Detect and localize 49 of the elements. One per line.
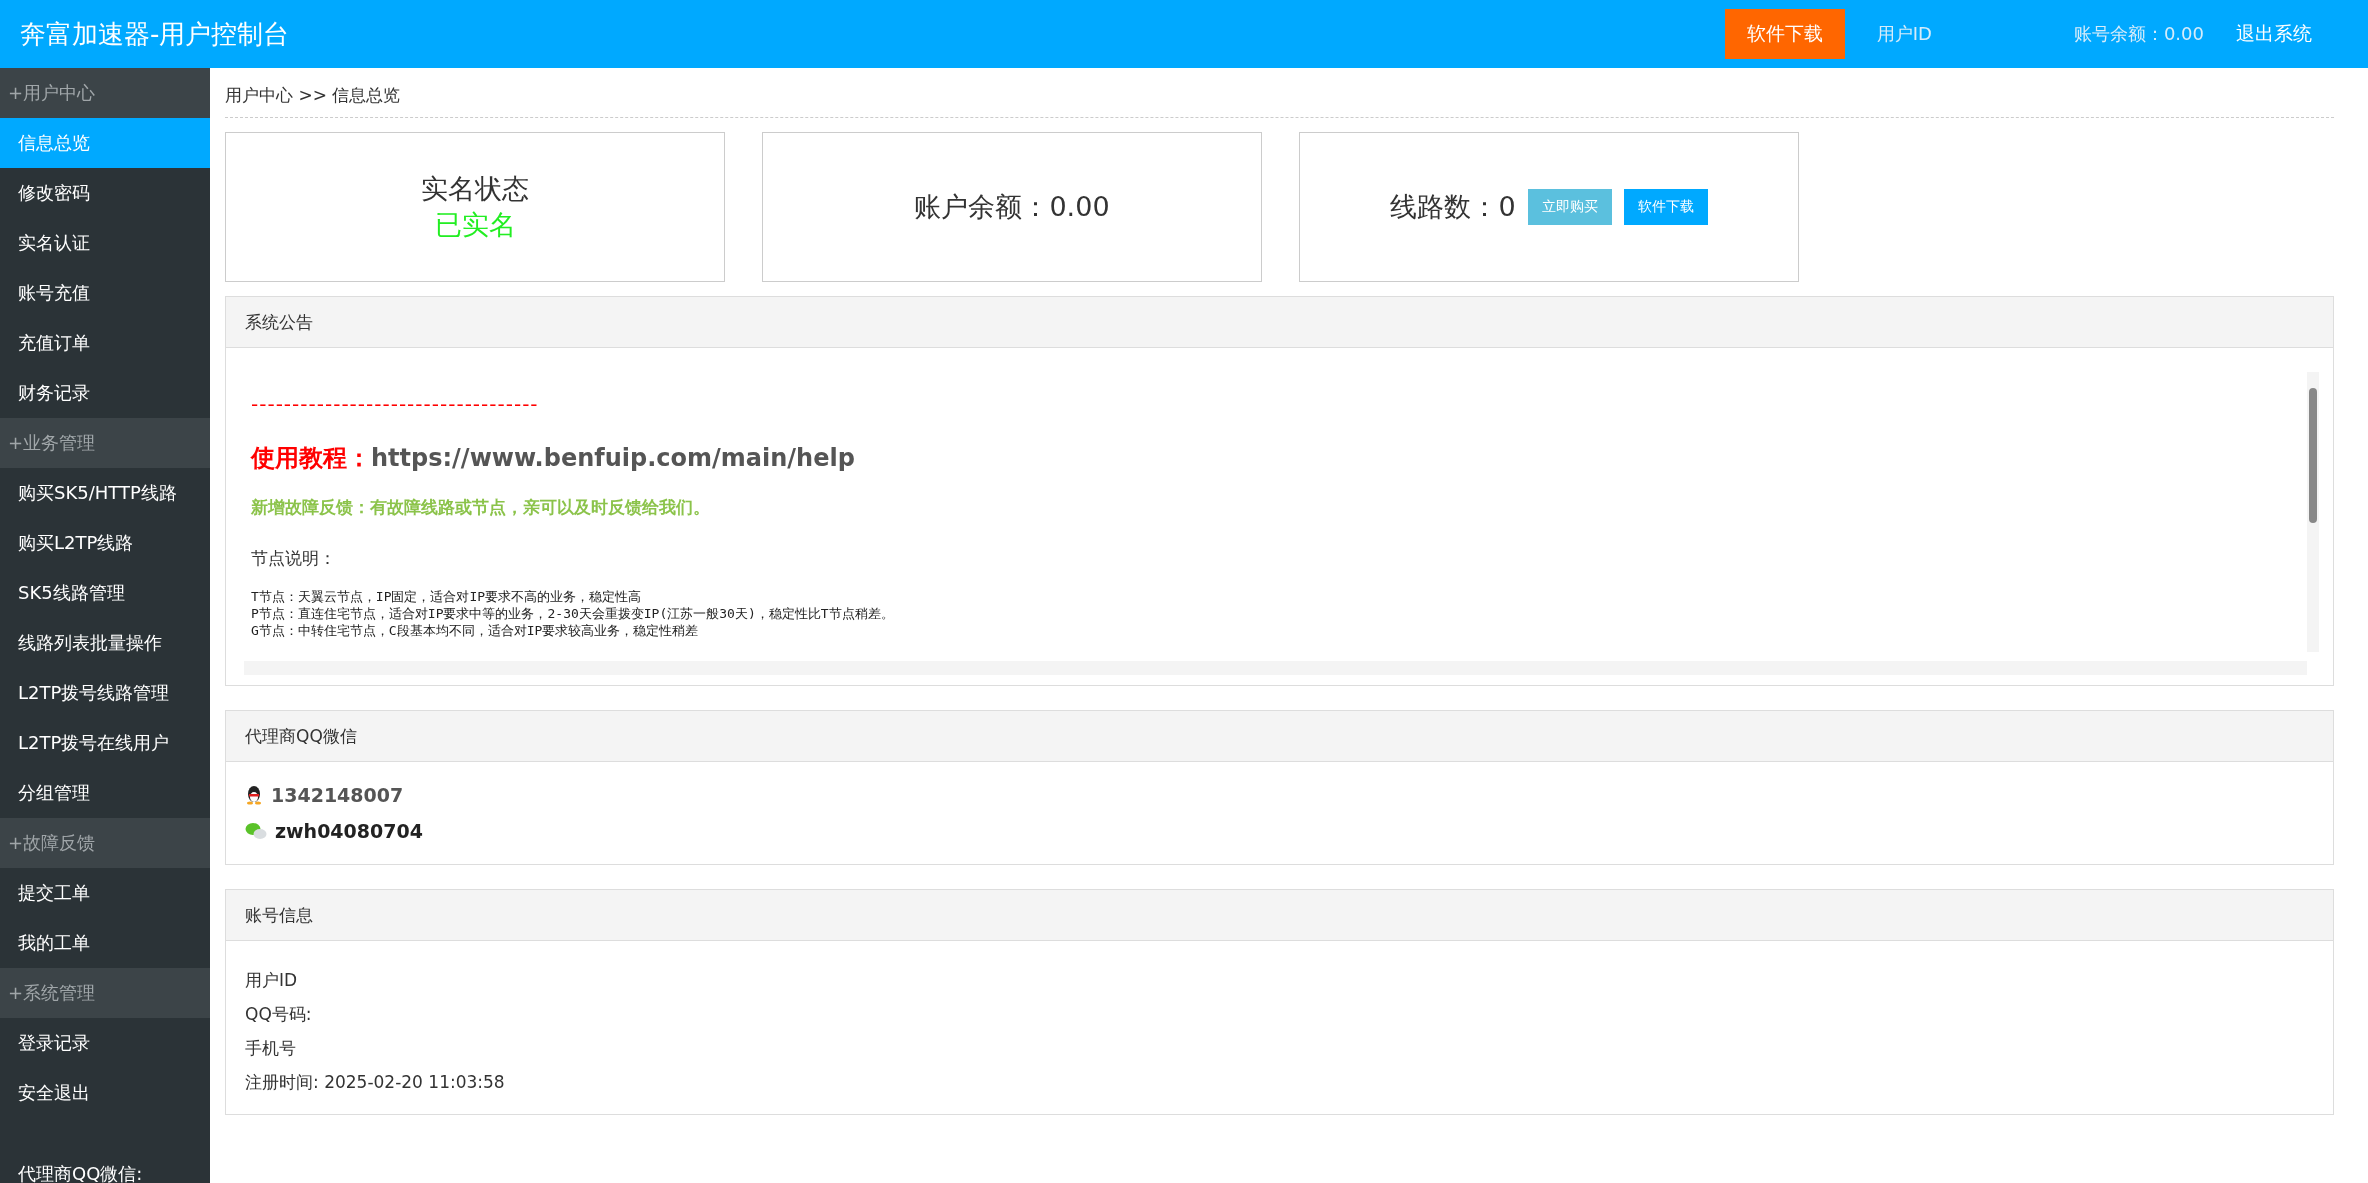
node-description: P节点：直连住宅节点，适合对IP要求中等的业务，2-30天会重拨变IP(江苏一般30天)，稳定性比T节点稍差。 [251, 605, 895, 622]
node-description: T节点：天翼云节点，IP固定，适合对IP要求不高的业务，稳定性高 [251, 588, 643, 605]
account-field: 用户ID [245, 969, 2314, 992]
sidebar-item[interactable]: 实名认证 [0, 218, 210, 268]
feedback-notice: 新增故障反馈：有故障线路或节点，亲可以及时反馈给我们。 [251, 496, 711, 519]
card-title: 线路数：0 [1390, 190, 1516, 224]
verified-status: 已实名 [434, 208, 516, 242]
tutorial-link[interactable]: https://www.benfuip.com/main/help [371, 444, 855, 472]
account-field: 手机号 [245, 1037, 2314, 1060]
contact-id: 1342148007 [271, 784, 404, 806]
panel-title: 账号信息 [226, 890, 2333, 941]
sidebar-item[interactable]: 购买L2TP线路 [0, 518, 210, 568]
sidebar-item[interactable]: 购买SK5/HTTP线路 [0, 468, 210, 518]
tutorial-label: 使用教程： [251, 444, 371, 472]
card-title: 账户余额：0.00 [914, 190, 1110, 224]
sidebar-footer-text: 代理商QQ微信: [17, 1162, 144, 1183]
sidebar-item[interactable]: 分组管理 [0, 768, 210, 818]
sidebar-item[interactable]: 安全退出 [0, 1068, 210, 1118]
breadcrumb: 用户中心 >> 信息总览 [225, 68, 2334, 118]
dashed-divider-text: ----------------------------------- [251, 392, 540, 416]
sidebar-item[interactable]: 充值订单 [0, 318, 210, 368]
account-field: 注册时间: 2025-02-20 11:03:58 [245, 1071, 2314, 1094]
sidebar-item[interactable]: 我的工单 [0, 918, 210, 968]
sidebar-group-header[interactable]: +系统管理 [0, 968, 210, 1018]
balance-label: 账号余额：0.00 [2073, 22, 2204, 46]
sidebar-item[interactable]: 财务记录 [0, 368, 210, 418]
app-title: 奔富加速器-用户控制台 [20, 17, 290, 51]
sidebar-item[interactable]: SK5线路管理 [0, 568, 210, 618]
sidebar-item[interactable]: 修改密码 [0, 168, 210, 218]
sidebar-item[interactable]: 登录记录 [0, 1018, 210, 1068]
sidebar-item[interactable]: L2TP拨号在线用户 [0, 718, 210, 768]
sidebar-item[interactable]: 提交工单 [0, 868, 210, 918]
panel-title: 代理商QQ微信 [226, 711, 2333, 762]
sidebar-item[interactable]: 线路列表批量操作 [0, 618, 210, 668]
card-title: 实名状态 [421, 172, 529, 206]
sidebar-group-header[interactable]: +业务管理 [0, 418, 210, 468]
panel-title: 系统公告 [226, 297, 2333, 348]
node-description: G节点：中转住宅节点，C段基本均不同，适合对IP要求较高业务，稳定性稍差 [251, 622, 700, 639]
penguin-icon [245, 785, 263, 805]
vertical-scrollbar[interactable] [2307, 372, 2319, 652]
sidebar-group-header[interactable]: +用户中心 [0, 68, 210, 118]
user-id-label: 用户ID [1876, 22, 1932, 46]
account-field: QQ号码: [245, 1003, 2314, 1026]
contact-id: zwh04080704 [275, 820, 423, 842]
chat-bubbles-icon [245, 822, 267, 840]
sidebar-group-header[interactable]: +故障反馈 [0, 818, 210, 868]
sidebar-item[interactable]: 账号充值 [0, 268, 210, 318]
nodes-heading: 节点说明： [251, 547, 337, 570]
sidebar-item[interactable]: L2TP拨号线路管理 [0, 668, 210, 718]
